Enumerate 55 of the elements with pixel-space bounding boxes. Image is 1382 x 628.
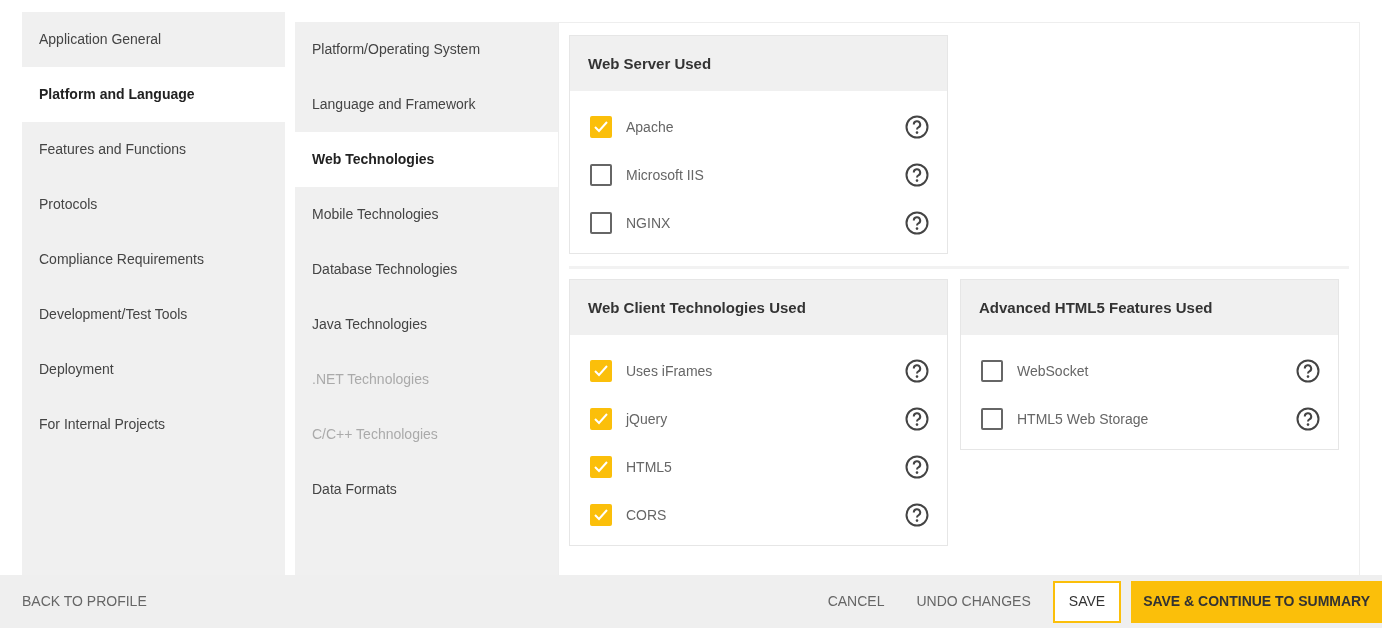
- option-label: HTML5 Web Storage: [1017, 409, 1150, 429]
- card-title: Advanced HTML5 Features Used: [961, 280, 1338, 335]
- check-icon: [594, 509, 608, 521]
- help-icon[interactable]: [905, 163, 929, 187]
- section-tab[interactable]: For Internal Projects: [22, 397, 285, 452]
- continue-button[interactable]: SAVE & CONTINUE TO SUMMARY: [1131, 580, 1382, 623]
- section-tab[interactable]: Platform and Language: [22, 67, 285, 122]
- checkbox[interactable]: [590, 456, 612, 478]
- help-icon[interactable]: [1296, 359, 1320, 383]
- help-icon[interactable]: [905, 115, 929, 139]
- option-label: Uses iFrames: [626, 361, 714, 381]
- checkbox[interactable]: [590, 360, 612, 382]
- section-tab[interactable]: Compliance Requirements: [22, 232, 285, 287]
- help-icon[interactable]: [905, 211, 929, 235]
- help-icon[interactable]: [905, 455, 929, 479]
- checkbox[interactable]: [981, 360, 1003, 382]
- subsection-tab[interactable]: Mobile Technologies: [295, 187, 558, 242]
- card-title: Web Client Technologies Used: [570, 280, 947, 335]
- subsection-tab[interactable]: Database Technologies: [295, 242, 558, 297]
- check-icon: [594, 365, 608, 377]
- checkbox[interactable]: [981, 408, 1003, 430]
- subsection-tab[interactable]: Web Technologies: [295, 132, 558, 187]
- section-tab[interactable]: Features and Functions: [22, 122, 285, 177]
- checkbox[interactable]: [590, 212, 612, 234]
- checkbox[interactable]: [590, 408, 612, 430]
- option-label: NGINX: [626, 213, 672, 233]
- option-label: Apache: [626, 117, 675, 137]
- section-tab[interactable]: Development/Test Tools: [22, 287, 285, 342]
- option-label: CORS: [626, 505, 668, 525]
- check-icon: [594, 461, 608, 473]
- help-icon[interactable]: [905, 407, 929, 431]
- check-icon: [594, 121, 608, 133]
- subsection-tab[interactable]: Java Technologies: [295, 297, 558, 352]
- text-button[interactable]: CANCEL: [811, 580, 901, 623]
- subsection-tab[interactable]: Data Formats: [295, 462, 558, 517]
- subsection-tab[interactable]: Language and Framework: [295, 77, 558, 132]
- check-icon: [594, 413, 608, 425]
- section-tab[interactable]: Protocols: [22, 177, 285, 232]
- save-button[interactable]: SAVE: [1052, 580, 1122, 623]
- section-tab[interactable]: Application General: [22, 12, 285, 67]
- checkbox[interactable]: [590, 504, 612, 526]
- subsection-tab[interactable]: Platform/Operating System: [295, 22, 558, 77]
- text-button[interactable]: UNDO CHANGES: [900, 580, 1047, 623]
- option-label: WebSocket: [1017, 361, 1090, 381]
- help-icon[interactable]: [1296, 407, 1320, 431]
- help-icon[interactable]: [905, 359, 929, 383]
- option-label: jQuery: [626, 409, 669, 429]
- back-link[interactable]: BACK TO PROFILE: [22, 591, 147, 612]
- checkbox[interactable]: [590, 116, 612, 138]
- option-label: HTML5: [626, 457, 673, 477]
- section-tab[interactable]: Deployment: [22, 342, 285, 397]
- help-icon[interactable]: [905, 503, 929, 527]
- card-title: Web Server Used: [570, 36, 947, 91]
- option-label: Microsoft IIS: [626, 165, 705, 185]
- checkbox[interactable]: [590, 164, 612, 186]
